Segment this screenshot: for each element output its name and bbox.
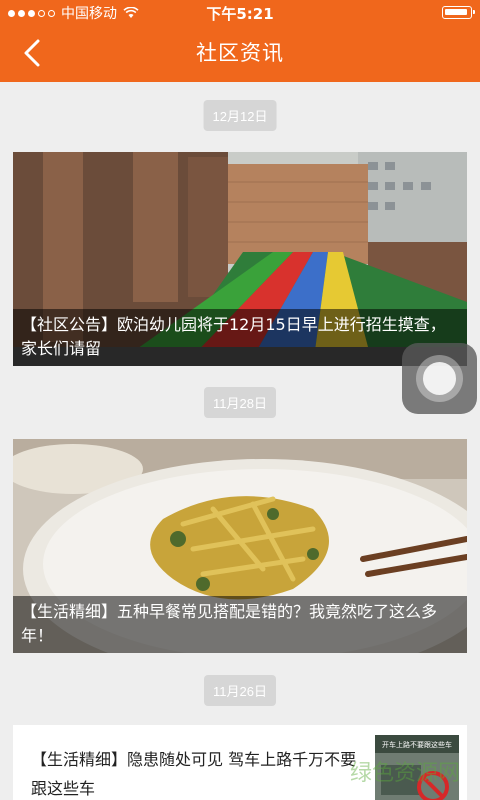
news-title: 【生活精细】隐患随处可见 驾车上路千万不要跟这些车 — [31, 750, 357, 798]
news-card[interactable]: 【社区公告】欧泊幼儿园将于12月15日早上进行招生摸查，家长们请留 — [13, 152, 467, 366]
date-chip: 12月12日 — [203, 100, 277, 131]
status-bar: 中国移动 下午5:21 — [0, 0, 480, 24]
nav-bar: 社区资讯 — [0, 24, 480, 82]
watermark-logo: 绿色资源网 — [350, 761, 460, 786]
watermark-text: 绿色资源网 — [350, 761, 460, 786]
news-caption: 【生活精细】五种早餐常见搭配是错的？我竟然吃了这么多年！ — [13, 596, 467, 653]
date-chip: 11月26日 — [204, 675, 276, 706]
date-chip: 11月28日 — [204, 387, 276, 418]
assistive-touch-button[interactable] — [402, 343, 477, 414]
page-title: 社区资讯 — [196, 41, 284, 65]
assistive-touch-center-icon — [423, 362, 456, 395]
news-caption: 【社区公告】欧泊幼儿园将于12月15日早上进行招生摸查，家长们请留 — [13, 309, 467, 366]
news-card[interactable]: 【生活精细】五种早餐常见搭配是错的？我竟然吃了这么多年！ — [13, 439, 467, 653]
battery-icon — [442, 6, 475, 19]
status-time: 下午5:21 — [206, 5, 274, 23]
